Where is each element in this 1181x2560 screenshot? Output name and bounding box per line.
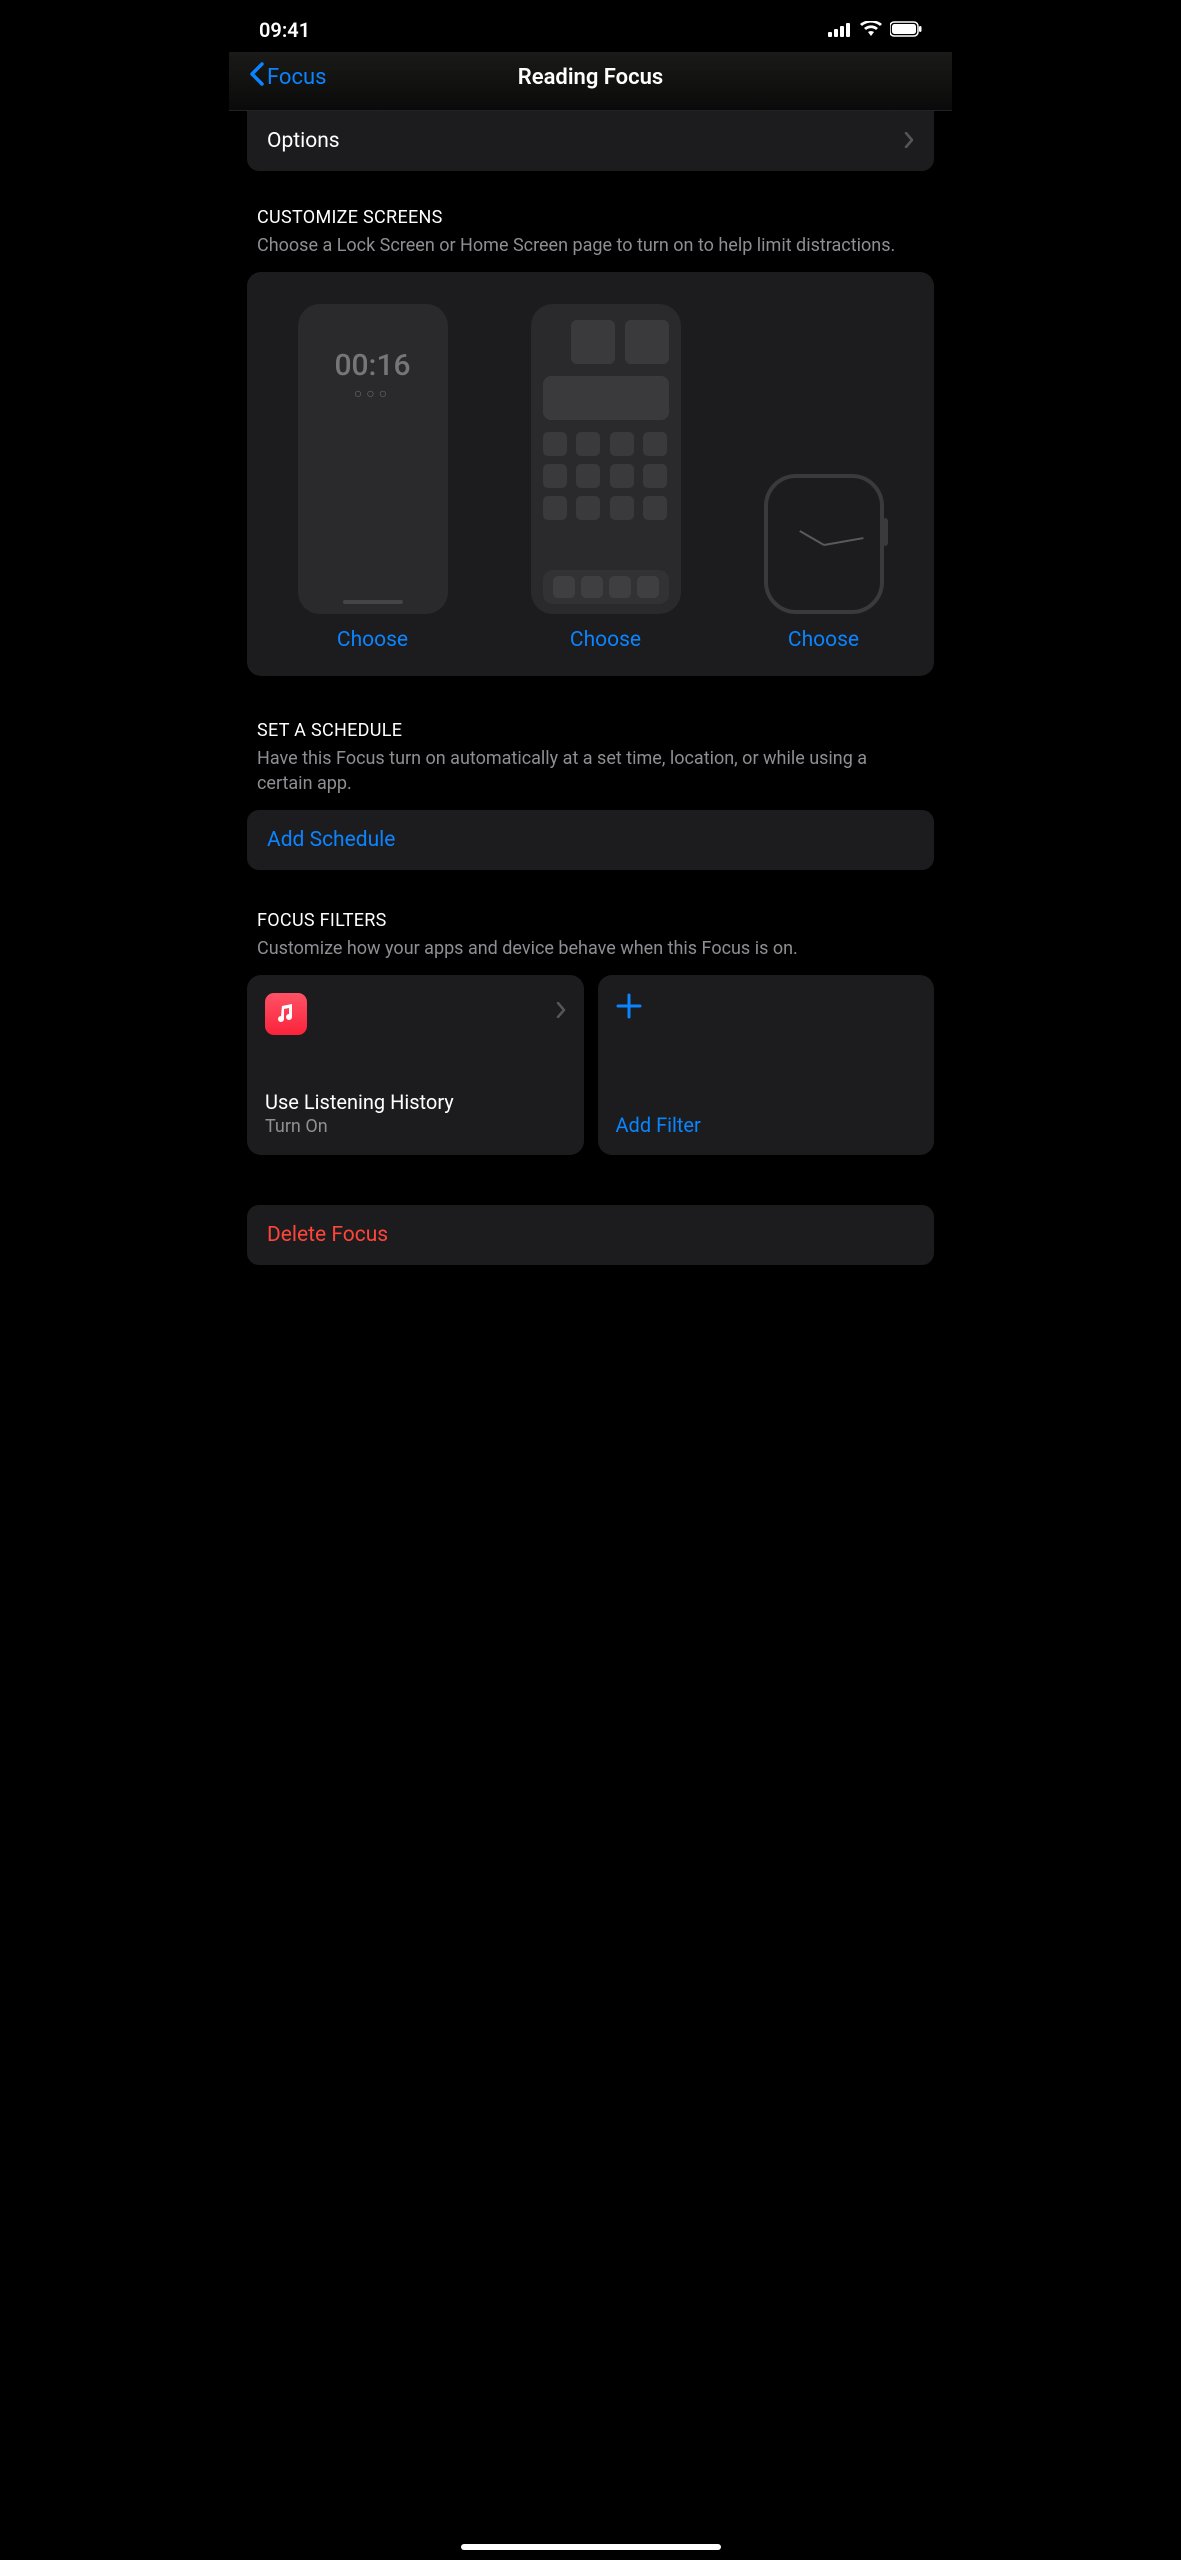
watch-col: Choose (764, 474, 884, 652)
page-title: Reading Focus (518, 65, 663, 90)
status-right (828, 18, 922, 42)
filters-header: Focus Filters (257, 910, 924, 931)
chevron-right-icon (904, 129, 914, 153)
lock-screen-preview[interactable]: 00:16 ○○○ (298, 304, 448, 614)
customize-subtext: Choose a Lock Screen or Home Screen page… (257, 234, 924, 258)
watch-preview[interactable] (764, 474, 884, 614)
lock-screen-col: 00:16 ○○○ Choose (298, 304, 448, 652)
customize-card: 00:16 ○○○ Choose Choose (247, 272, 934, 676)
music-filter-title: Use Listening History (265, 1090, 566, 1114)
music-filter-card[interactable]: Use Listening History Turn On (247, 975, 584, 1155)
chevron-left-icon (249, 62, 265, 92)
nav-bar: Focus Reading Focus (229, 52, 952, 111)
filters-subtext: Customize how your apps and device behav… (257, 937, 924, 961)
choose-lock-button[interactable]: Choose (337, 628, 408, 652)
filters-row: Use Listening History Turn On Add Filter (247, 975, 934, 1155)
schedule-subtext: Have this Focus turn on automatically at… (257, 747, 924, 796)
home-screen-preview[interactable] (531, 304, 681, 614)
home-indicator-icon (343, 600, 403, 604)
home-screen-col: Choose (531, 304, 681, 652)
lock-dots-icon: ○○○ (298, 385, 448, 402)
add-filter-label: Add Filter (616, 1113, 917, 1137)
music-filter-sub: Turn On (265, 1116, 566, 1137)
choose-watch-button[interactable]: Choose (788, 628, 859, 652)
back-button[interactable]: Focus (249, 62, 326, 92)
add-schedule-button[interactable]: Add Schedule (247, 810, 934, 870)
music-icon (265, 993, 307, 1035)
customize-header: Customize Screens (257, 207, 924, 228)
schedule-header: Set a Schedule (257, 720, 924, 741)
chevron-right-icon (556, 999, 566, 1023)
battery-icon (890, 18, 922, 42)
lock-time: 00:16 (298, 348, 448, 383)
options-label: Options (267, 129, 340, 153)
back-label: Focus (267, 65, 326, 90)
choose-home-button[interactable]: Choose (570, 628, 641, 652)
status-bar: 09:41 (229, 0, 952, 52)
add-filter-card[interactable]: Add Filter (598, 975, 935, 1155)
delete-focus-button[interactable]: Delete Focus (247, 1205, 934, 1265)
plus-icon (616, 993, 917, 1025)
status-time: 09:41 (259, 18, 310, 42)
options-row[interactable]: Options (247, 111, 934, 171)
signal-icon (828, 18, 852, 42)
home-indicator-bar[interactable] (461, 2544, 721, 2550)
wifi-icon (860, 18, 882, 42)
